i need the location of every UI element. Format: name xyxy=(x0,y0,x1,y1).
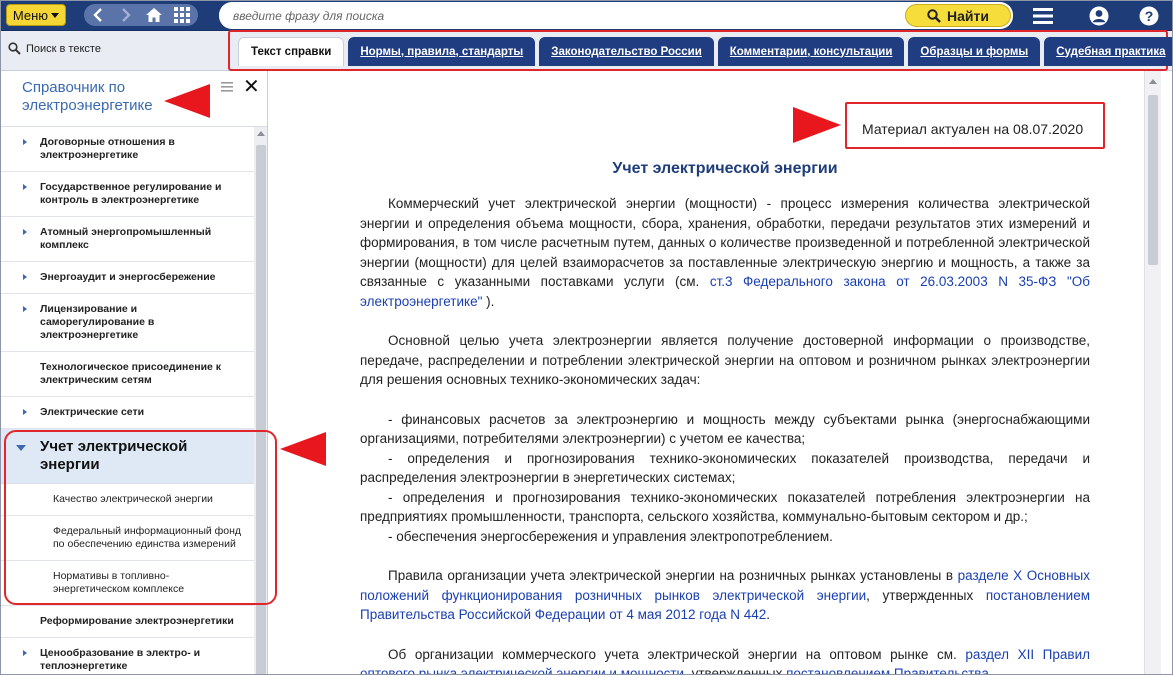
menu-button[interactable]: Меню xyxy=(6,4,66,26)
top-toolbar: Меню Найти ? xyxy=(0,0,1173,31)
sidebar-item-licensing[interactable]: Лицензирование и саморегулирование в эле… xyxy=(0,294,254,352)
actual-date: Материал актуален на 08.07.2020 xyxy=(862,121,1084,137)
sidebar-item-label: Договорные отношения в электроэнергетике xyxy=(40,136,175,161)
paragraph-text: Об организации коммерческого учета элект… xyxy=(388,646,966,662)
search-in-text-label: Поиск в тексте xyxy=(26,42,101,55)
link-government-resolution[interactable]: постановлением Правительства xyxy=(786,666,989,675)
sidebar-header: Справочник по электроэнергетике ✕ xyxy=(0,71,267,127)
paragraph-retail-rules: Правила организации учета электрической … xyxy=(360,566,1090,625)
svg-text:?: ? xyxy=(1145,8,1154,24)
bullet-arrow-icon xyxy=(23,409,27,415)
tab-russian-legislation[interactable]: Законодательство России xyxy=(539,37,714,66)
document-tabs: Текст справки Нормы, правила, стандарты … xyxy=(238,37,1173,66)
tab-samples-forms[interactable]: Образцы и формы xyxy=(908,37,1041,66)
sidebar-item-contracts[interactable]: Договорные отношения в электроэнергетике xyxy=(0,127,254,172)
sidebar-item-label: Электрические сети xyxy=(40,406,145,418)
scroll-up-arrow-icon[interactable] xyxy=(257,131,265,136)
main-menu-button[interactable] xyxy=(1032,5,1054,27)
sidebar-item-energy-audit[interactable]: Энергоаудит и энергосбережение xyxy=(0,262,254,294)
document-body: Коммерческий учет электрической энергии … xyxy=(360,194,1090,675)
search-in-text-button[interactable]: Поиск в тексте xyxy=(8,42,101,55)
find-button[interactable]: Найти xyxy=(905,4,1011,27)
bullet-arrow-icon xyxy=(23,139,27,145)
annotation-arrow-icon xyxy=(280,432,326,466)
sidebar-item-label: Государственное регулирование и контроль… xyxy=(40,181,222,206)
paragraph-text: , утвержденных xyxy=(684,666,787,675)
paragraph-text: , утвержденных xyxy=(866,587,986,603)
paragraph-definition: Коммерческий учет электрической энергии … xyxy=(360,194,1090,311)
sidebar-item-reform[interactable]: Реформирование электроэнергетики xyxy=(0,606,254,638)
sidebar-item-pricing[interactable]: Ценообразование в электро- и теплоэнерге… xyxy=(0,638,254,675)
paragraph-text: . xyxy=(766,607,770,622)
sidebar-item-label: Лицензирование и саморегулирование в эле… xyxy=(40,303,155,341)
list-menu-icon[interactable] xyxy=(221,82,233,92)
question-icon: ? xyxy=(1139,6,1159,26)
sidebar-item-label: Технологическое присоединение к электрич… xyxy=(40,361,222,386)
current-section-highlight-frame xyxy=(4,430,277,605)
navigation-group xyxy=(84,4,198,26)
sidebar-item-label: Ценообразование в электро- и теплоэнерге… xyxy=(40,647,201,672)
scroll-up-arrow-icon[interactable] xyxy=(1149,79,1157,84)
tab-comments-consultations[interactable]: Комментарии, консультации xyxy=(717,37,905,66)
list-item: - определения и прогнозирования технико-… xyxy=(360,450,1090,486)
help-button[interactable]: ? xyxy=(1138,5,1160,27)
sidebar-item-label: Атомный энергопромышленный комплекс xyxy=(40,226,212,251)
hamburger-icon xyxy=(1033,8,1053,24)
paragraph-goal: Основной целью учета электроэнергии явля… xyxy=(360,333,1090,387)
paragraph-wholesale: Об организации коммерческого учета элект… xyxy=(360,645,1090,675)
user-button[interactable] xyxy=(1088,5,1110,27)
document-scrollbar[interactable] xyxy=(1144,71,1161,675)
bullet-arrow-icon xyxy=(23,229,27,235)
sidebar-item-label: Энергоаудит и энергосбережение xyxy=(40,271,216,283)
sidebar-item-power-grids[interactable]: Электрические сети xyxy=(0,397,254,429)
forward-button[interactable] xyxy=(112,4,140,26)
apps-button[interactable] xyxy=(168,4,196,26)
list-item: - финансовых расчетов за электроэнергию … xyxy=(360,411,1090,447)
magnifier-icon xyxy=(8,42,21,55)
user-icon xyxy=(1089,6,1109,26)
sidebar-item-state-regulation[interactable]: Государственное регулирование и контроль… xyxy=(0,172,254,217)
grid-icon xyxy=(174,7,190,23)
back-icon xyxy=(93,8,102,22)
caret-down-icon xyxy=(51,12,60,18)
tab-norms-standards[interactable]: Нормы, правила, стандарты xyxy=(348,37,536,66)
annotation-arrow-icon xyxy=(164,84,210,118)
bullet-arrow-icon xyxy=(23,274,27,280)
tab-reference-text[interactable]: Текст справки xyxy=(238,37,345,66)
tab-court-practice[interactable]: Судебная практика xyxy=(1044,37,1173,66)
document-title: Учет электрической энергии xyxy=(612,160,838,177)
sidebar-item-tech-connection[interactable]: Технологическое присоединение к электрич… xyxy=(0,352,254,397)
global-search: Найти xyxy=(219,2,1013,29)
search-icon xyxy=(927,8,941,23)
list-item: - обеспечения энергосбережения и управле… xyxy=(388,528,833,544)
menu-button-label: Меню xyxy=(12,7,49,23)
home-icon xyxy=(146,8,162,22)
annotation-arrow-icon xyxy=(793,107,841,143)
home-button[interactable] xyxy=(140,4,168,26)
paragraph-text: ). xyxy=(482,293,495,309)
bullet-arrow-icon xyxy=(23,306,27,312)
document-scroll-thumb[interactable] xyxy=(1148,95,1158,265)
paragraph-text: Правила организации учета электрической … xyxy=(388,568,958,583)
bullet-arrow-icon xyxy=(23,184,27,190)
close-icon[interactable]: ✕ xyxy=(243,77,260,97)
sidebar-item-label: Реформирование электроэнергетики xyxy=(40,615,234,627)
sidebar-item-nuclear[interactable]: Атомный энергопромышленный комплекс xyxy=(0,217,254,262)
find-button-label: Найти xyxy=(947,7,989,24)
search-input[interactable] xyxy=(233,6,893,25)
list-item: - определения и прогнозирования технико-… xyxy=(360,489,1090,525)
bullet-arrow-icon xyxy=(23,650,27,656)
back-button[interactable] xyxy=(84,4,112,26)
forward-icon xyxy=(122,8,131,22)
